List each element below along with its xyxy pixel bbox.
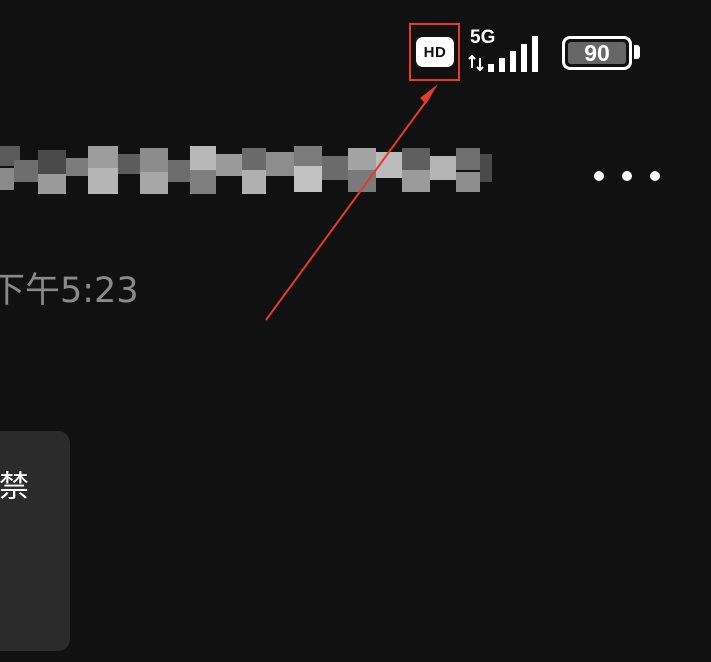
side-card-label: 禁 [0, 470, 28, 500]
chat-title-pixelated [0, 138, 495, 206]
more-dot-icon [594, 171, 604, 181]
more-dot-icon [650, 171, 660, 181]
more-options-button[interactable] [594, 160, 660, 192]
data-activity-icon [468, 54, 484, 72]
signal-strength-icon [488, 36, 538, 72]
side-card[interactable] [0, 431, 70, 651]
message-timestamp: 下午5:23 [0, 271, 139, 311]
hd-icon-highlight-box [409, 23, 460, 81]
more-dot-icon [622, 171, 632, 181]
battery-cap [634, 45, 640, 59]
battery-icon: 90 [562, 36, 632, 70]
annotation-arrow [265, 84, 438, 321]
battery-level: 90 [568, 40, 626, 66]
